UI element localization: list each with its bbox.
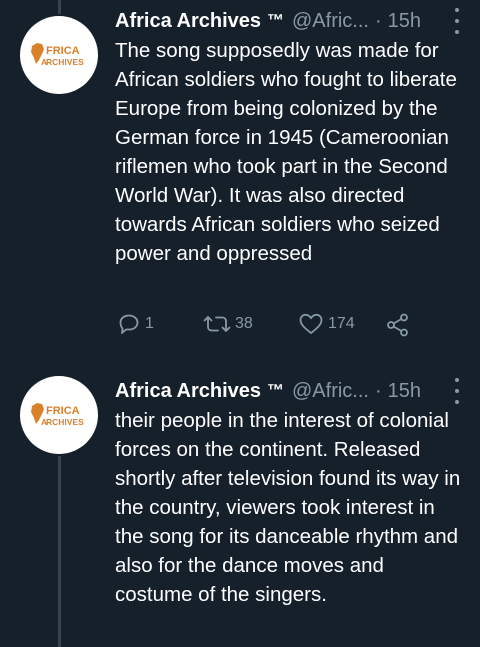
- reply-count: 1: [145, 315, 154, 332]
- retweet-icon: [203, 316, 231, 332]
- more-icon[interactable]: [452, 8, 462, 34]
- trademark-badge: ™: [267, 11, 284, 30]
- retweet-button[interactable]: 38: [203, 312, 253, 336]
- tweet-text: The song supposedly was made for African…: [115, 39, 457, 265]
- trademark-badge: ™: [267, 381, 284, 400]
- svg-text:RCHIVES: RCHIVES: [46, 417, 84, 427]
- author-handle[interactable]: @Afric...: [292, 10, 369, 33]
- svg-text:RCHIVES: RCHIVES: [46, 57, 84, 67]
- tweet-text: their people in the interest of colonial…: [115, 409, 461, 606]
- tweet-actions: 1 38 174: [115, 312, 445, 342]
- africa-archives-logo: FRICA RCHIVES A: [31, 43, 84, 67]
- author-name[interactable]: Africa Archives: [115, 10, 261, 33]
- like-icon: [299, 313, 323, 334]
- retweet-count: 38: [235, 315, 253, 332]
- svg-text:FRICA: FRICA: [46, 405, 80, 417]
- share-button[interactable]: [385, 312, 411, 338]
- reply-button[interactable]: 1: [117, 312, 154, 336]
- svg-text:A: A: [41, 57, 47, 67]
- tweet-header: Africa Archives ™ @Afric... · 15h: [115, 376, 466, 406]
- reply-icon: [119, 314, 139, 334]
- separator: ·: [374, 379, 382, 402]
- avatar[interactable]: FRICA RCHIVES A: [20, 376, 98, 454]
- like-button[interactable]: 174: [298, 312, 355, 336]
- separator: ·: [374, 9, 382, 32]
- avatar[interactable]: FRICA RCHIVES A: [20, 16, 98, 94]
- share-icon: [387, 313, 408, 337]
- timestamp[interactable]: 15h: [388, 380, 421, 403]
- more-icon[interactable]: [452, 378, 462, 404]
- timestamp[interactable]: 15h: [388, 10, 421, 33]
- africa-archives-logo: FRICA RCHIVES A: [31, 403, 84, 427]
- tweet-1[interactable]: FRICA RCHIVES A Africa Archives ™ @Afric…: [0, 0, 480, 360]
- author-name[interactable]: Africa Archives: [115, 380, 261, 403]
- author-handle[interactable]: @Afric...: [292, 380, 369, 403]
- like-count: 174: [328, 315, 355, 332]
- tweet-header: Africa Archives ™ @Afric... · 15h: [115, 6, 466, 36]
- svg-text:A: A: [41, 417, 47, 427]
- tweet-2[interactable]: FRICA RCHIVES A Africa Archives ™ @Afric…: [0, 370, 480, 647]
- svg-text:FRICA: FRICA: [46, 45, 80, 57]
